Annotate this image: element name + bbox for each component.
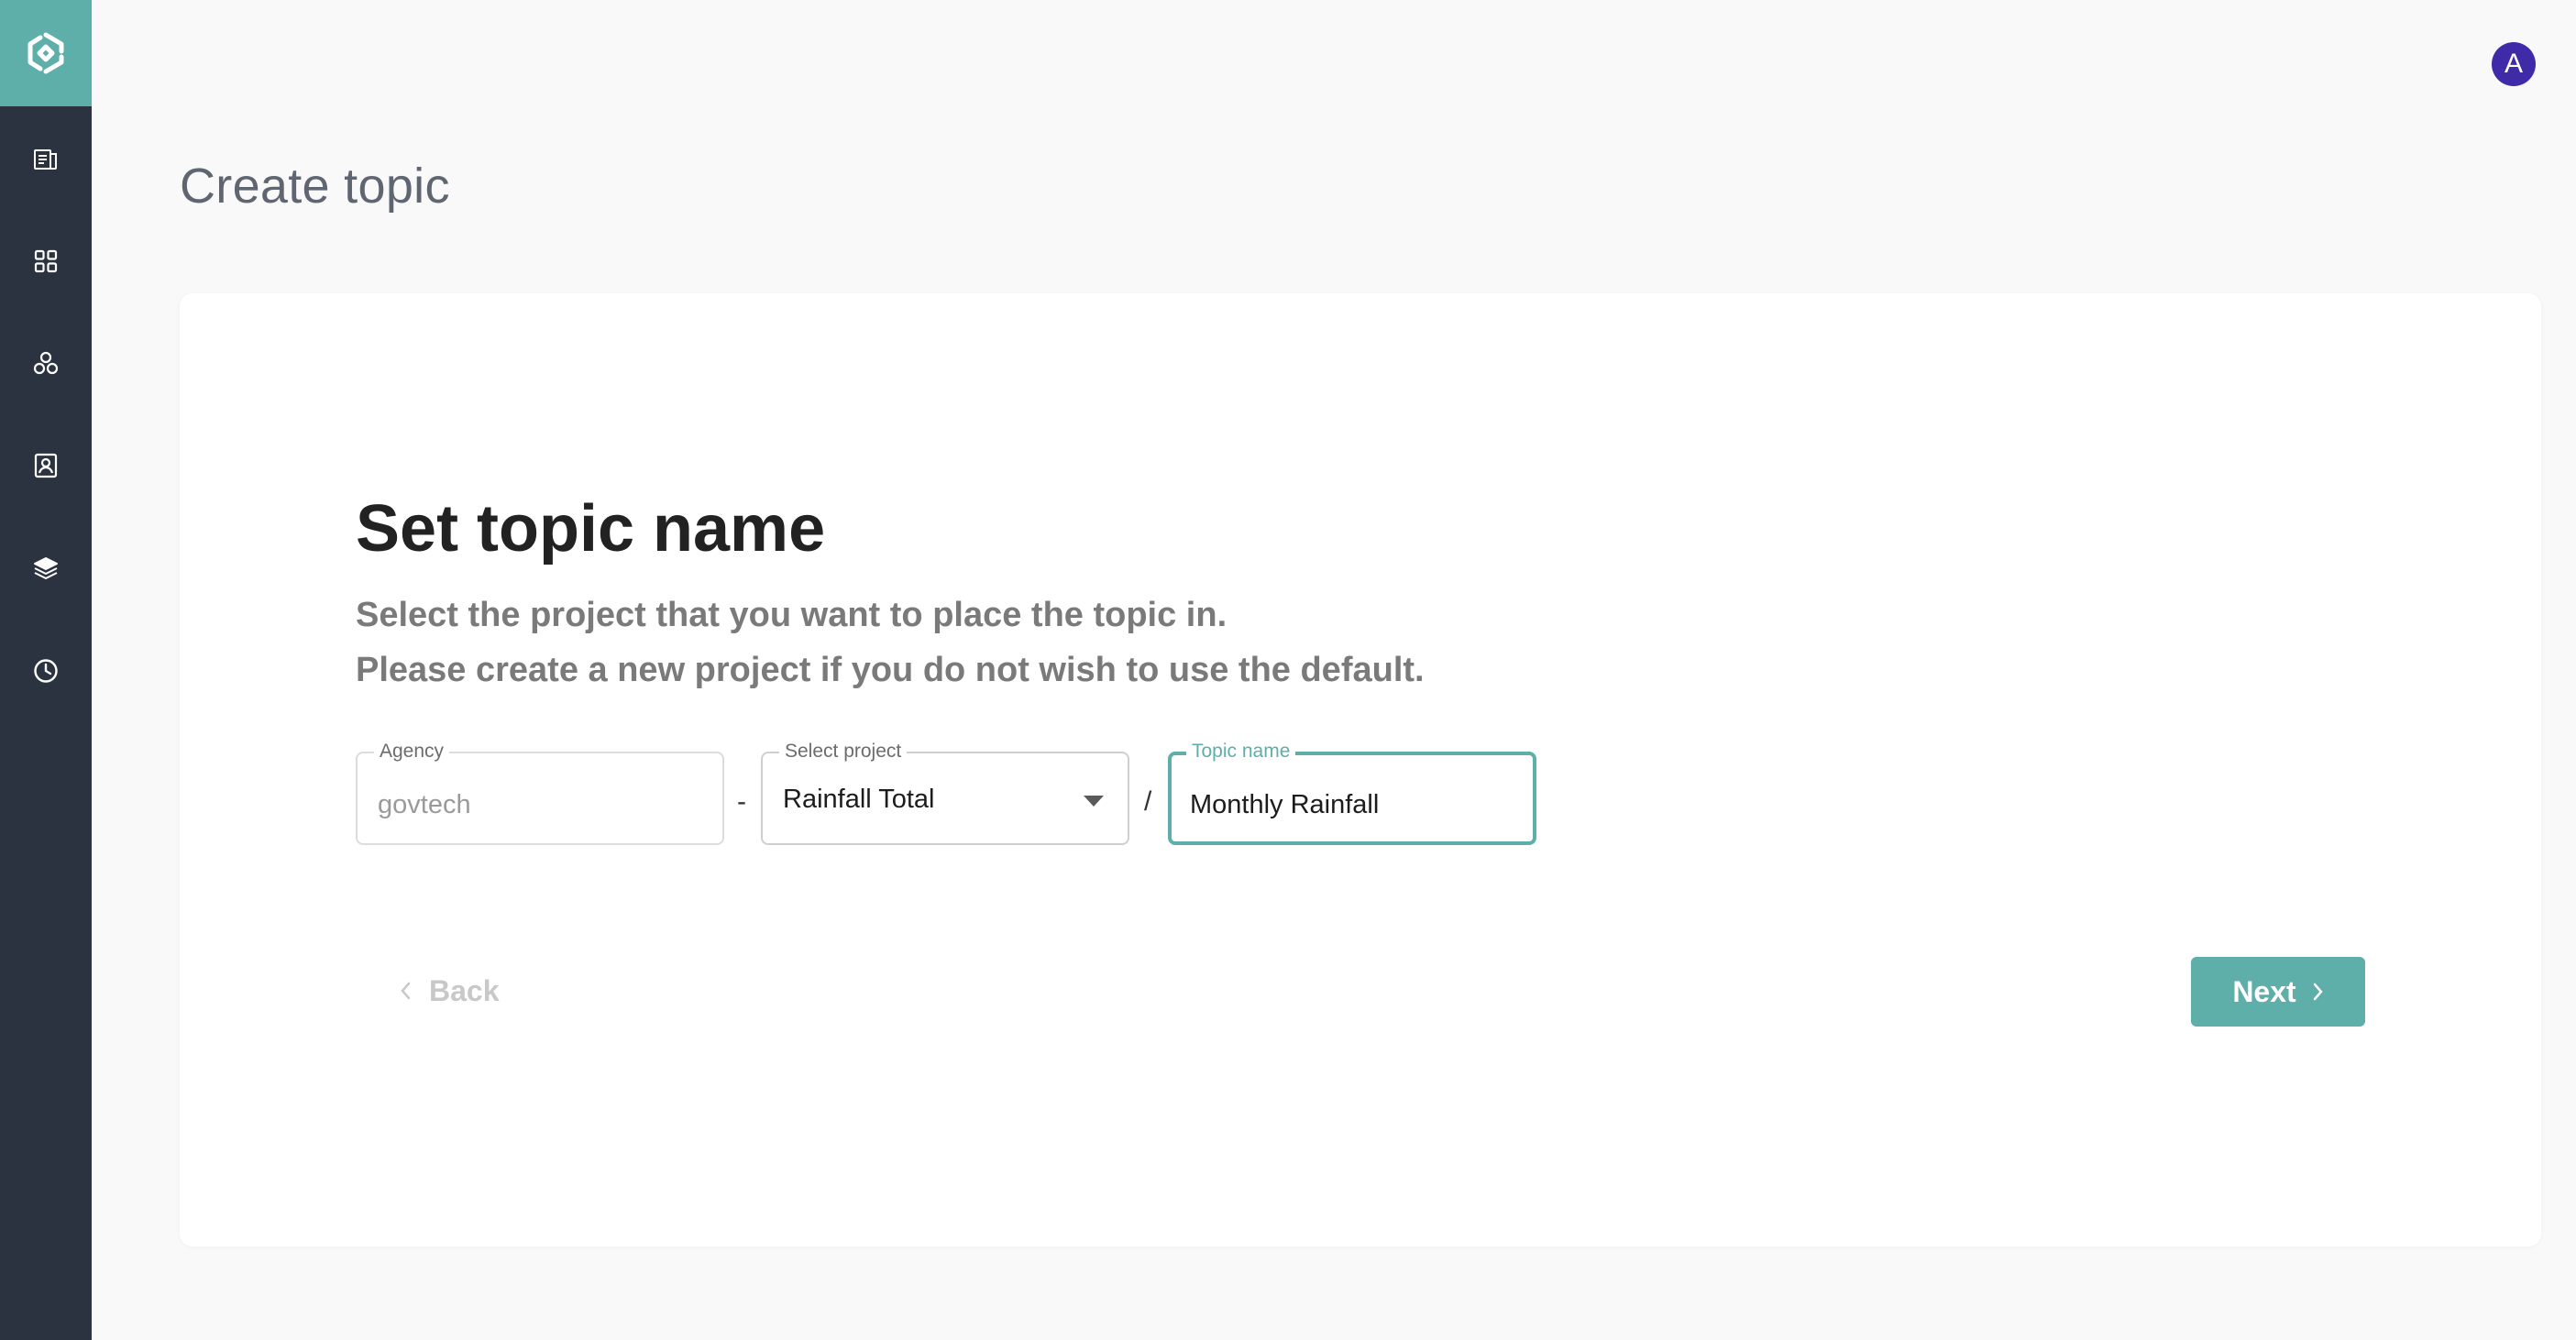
sidebar-item-layers[interactable]: [0, 532, 92, 605]
form-description-line-2: Please create a new project if you do no…: [356, 651, 1425, 689]
sidebar-item-catalog[interactable]: [0, 123, 92, 196]
caret-down-icon: [1084, 796, 1104, 807]
back-button-label: Back: [429, 973, 500, 1007]
next-button[interactable]: Next: [2191, 957, 2365, 1027]
agency-field: Agency govtech: [356, 741, 724, 845]
page-title: Create topic: [180, 159, 450, 214]
project-label: Select project: [779, 741, 908, 763]
project-value: Rainfall Total: [783, 785, 935, 814]
topic-name-input[interactable]: Topic name Monthly Rainfall: [1168, 741, 1536, 845]
avatar[interactable]: A: [2492, 42, 2536, 86]
agency-value: govtech: [378, 790, 471, 819]
network-icon: [33, 351, 59, 375]
sidebar-item-history[interactable]: [0, 634, 92, 708]
separator-dash: -: [737, 786, 746, 817]
sidebar: [0, 0, 92, 1340]
back-button[interactable]: Back: [400, 961, 500, 1021]
sidebar-item-contacts[interactable]: [0, 429, 92, 502]
layers-icon: [34, 557, 58, 579]
grid-icon: [34, 249, 58, 273]
topic-name-label: Topic name: [1186, 741, 1296, 763]
sidebar-item-network[interactable]: [0, 327, 92, 401]
form-description-line-1: Select the project that you want to plac…: [356, 596, 1227, 634]
project-select[interactable]: Select project Rainfall Total: [761, 741, 1129, 845]
logo[interactable]: [0, 0, 92, 106]
topic-name-value[interactable]: Monthly Rainfall: [1190, 790, 1379, 820]
history-icon: [34, 659, 58, 683]
next-button-label: Next: [2232, 974, 2296, 1008]
form-heading: Set topic name: [356, 492, 826, 566]
separator-slash: /: [1144, 786, 1152, 817]
contact-card-icon: [34, 453, 58, 478]
agency-label: Agency: [374, 741, 450, 763]
hexagon-logo-icon: [28, 32, 64, 74]
chevron-left-icon: [401, 982, 411, 1000]
sidebar-item-dashboard[interactable]: [0, 225, 92, 298]
catalog-icon: [34, 149, 57, 170]
form-card: Set topic name Select the project that y…: [180, 293, 2541, 1247]
chevron-right-icon: [2313, 983, 2323, 1001]
